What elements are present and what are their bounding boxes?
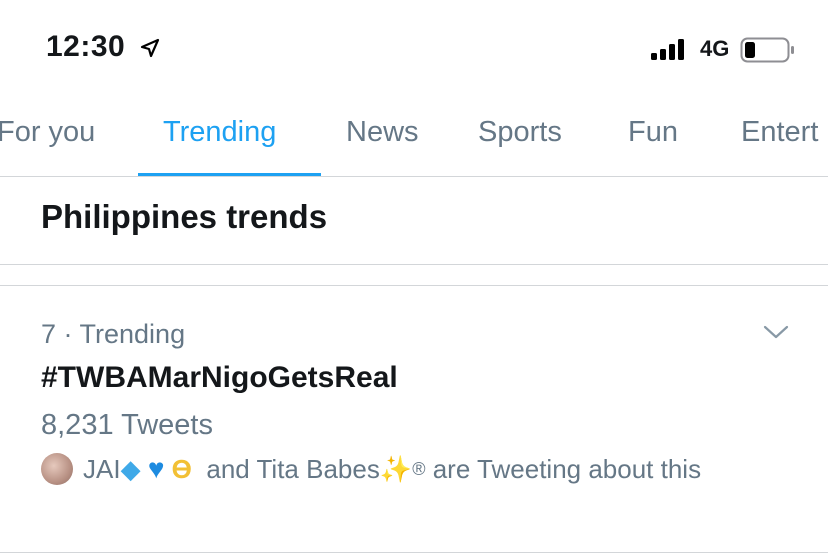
trend-context: JAI◆ ♥ ϴ and Tita Babes✨® are Tweeting a… — [83, 452, 803, 486]
context-connector: and — [206, 454, 250, 484]
item-divider — [0, 552, 828, 553]
crown-icon: ϴ — [171, 454, 192, 484]
tab-fun[interactable]: Fun — [628, 116, 678, 149]
diamond-icon: ◆ — [120, 454, 141, 484]
trend-hashtag[interactable]: #TWBAMarNigoGetsReal — [41, 361, 398, 395]
tab-for-you[interactable]: For you — [0, 116, 95, 149]
tab-sports[interactable]: Sports — [478, 116, 562, 149]
section-title: Philippines trends — [41, 198, 328, 235]
section-divider — [0, 285, 828, 286]
trend-rank-meta: 7 · Trending — [41, 319, 186, 349]
blue-heart-icon: ♥ — [147, 453, 165, 484]
avatar — [41, 453, 73, 485]
chevron-down-icon[interactable] — [762, 323, 790, 341]
context-user-1: JAI — [83, 454, 121, 484]
tab-trending[interactable]: Trending — [163, 116, 276, 149]
trend-tweet-count: 8,231 Tweets — [41, 409, 213, 441]
location-arrow-icon — [140, 38, 160, 58]
tab-news[interactable]: News — [346, 116, 419, 149]
section-divider — [0, 264, 828, 265]
tab-divider — [0, 176, 828, 177]
registered-icon: ® — [412, 459, 426, 479]
context-user-2: Tita Babes — [256, 454, 380, 484]
status-bar: 12:30 4G — [0, 0, 828, 100]
tab-bar: For you Trending News Sports Fun Entert — [0, 105, 828, 177]
sparkles-icon: ✨ — [379, 454, 413, 484]
tab-entertainment[interactable]: Entert — [741, 116, 818, 149]
battery-icon — [740, 37, 794, 63]
status-time: 12:30 — [46, 30, 126, 63]
context-suffix: are Tweeting about this — [432, 454, 702, 484]
cellular-signal-icon — [651, 38, 684, 60]
network-type: 4G — [700, 36, 730, 61]
